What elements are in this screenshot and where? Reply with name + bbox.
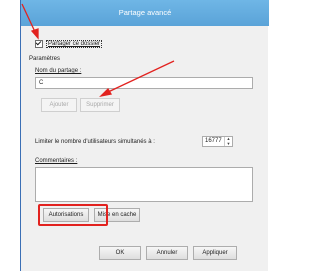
checkbox-pointer-arrowhead bbox=[30, 28, 39, 40]
annotation-arrows bbox=[21, 3, 175, 98]
checkbox-pointer-arrow-line bbox=[21, 3, 37, 35]
share-name-pointer-arrowhead bbox=[99, 87, 113, 98]
share-name-pointer-arrow-line bbox=[105, 60, 175, 94]
